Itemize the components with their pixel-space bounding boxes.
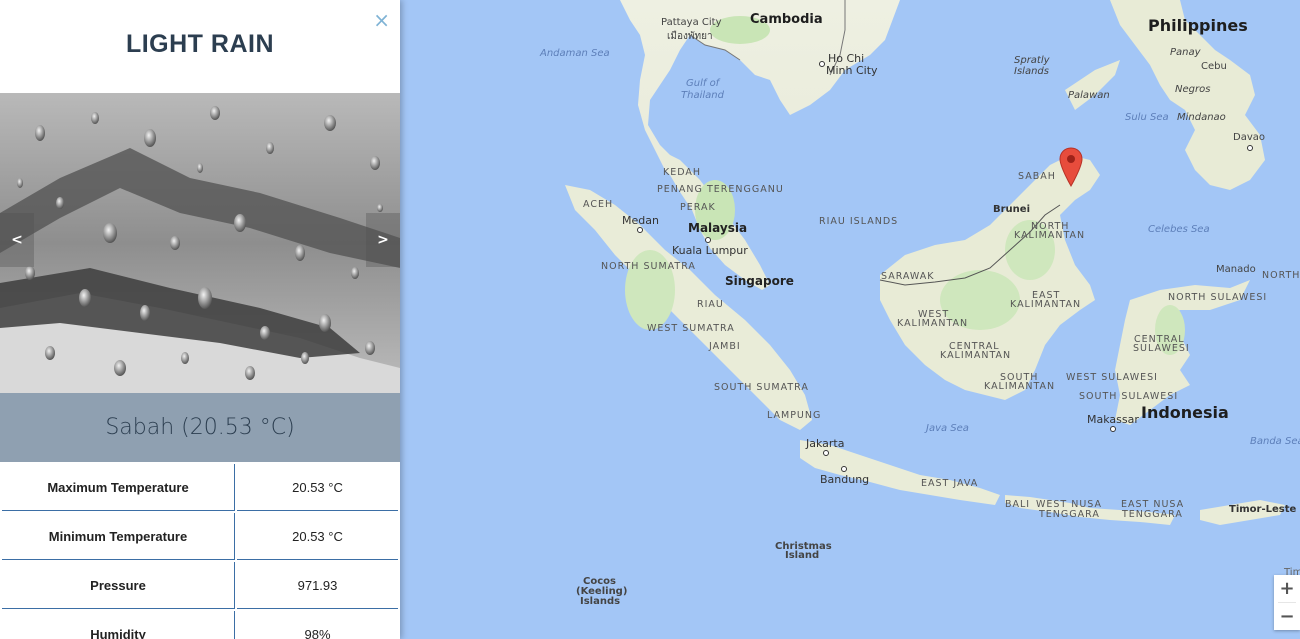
carousel-prev-button[interactable]: <: [0, 213, 34, 267]
table-row: Minimum Temperature 20.53 °C: [2, 513, 398, 560]
carousel-next-button[interactable]: >: [366, 213, 400, 267]
map-label-kuala-lumpur: Kuala Lumpur: [672, 244, 748, 257]
map-label-negros: Negros: [1175, 84, 1211, 95]
map-label-jambi: JAMBI: [709, 341, 741, 352]
map-label-south-kalimantan-2: KALIMANTAN: [984, 381, 1056, 392]
map-label-aceh: ACEH: [583, 199, 614, 210]
zoom-controls: + −: [1274, 575, 1300, 630]
table-row: Maximum Temperature 20.53 °C: [2, 464, 398, 511]
map-label-spratly-1: Spratly: [1014, 55, 1050, 66]
map-label-philippines: Philippines: [1148, 16, 1248, 35]
map-label-mindanao: Mindanao: [1177, 112, 1226, 123]
map-label-singapore: Singapore: [725, 274, 794, 288]
map-label-central-kalimantan-2: KALIMANTAN: [940, 350, 1012, 361]
city-dot: [637, 227, 643, 233]
location-bar: Sabah (20.53 °C): [0, 393, 400, 462]
map-label-central-sulawesi-2: SULAWESI: [1133, 343, 1190, 354]
map-label-sarawak: SARAWAK: [881, 271, 935, 282]
map-label-south-sumatra: SOUTH SUMATRA: [714, 382, 809, 393]
stat-label: Maximum Temperature: [2, 464, 235, 511]
city-dot: [1247, 145, 1253, 151]
map-label-panay: Panay: [1170, 47, 1201, 58]
map-label-riau: RIAU: [697, 299, 724, 310]
stat-label: Humidity: [2, 611, 235, 639]
table-row: Humidity 98%: [2, 611, 398, 639]
map-label-sabah: SABAH: [1018, 171, 1056, 182]
map-label-north-kalimantan-2: KALIMANTAN: [1014, 230, 1086, 241]
map-label-timor-leste: Timor-Leste: [1229, 504, 1297, 515]
map-label-gulf-2: Thailand: [681, 90, 724, 101]
location-temperature: Sabah (20.53 °C): [105, 415, 295, 440]
map-label-malaysia: Malaysia: [688, 221, 748, 235]
city-dot: [819, 61, 825, 67]
weather-title: LIGHT RAIN: [125, 30, 275, 58]
map-label-south-sulawesi: SOUTH SULAWESI: [1079, 391, 1179, 402]
close-icon[interactable]: ×: [373, 10, 390, 30]
map-label-banda-sea: Banda Sea: [1250, 436, 1300, 447]
map-label-jakarta: Jakarta: [806, 437, 845, 450]
weather-image-carousel: < >: [0, 93, 400, 393]
stat-value: 971.93: [237, 562, 398, 609]
city-dot: [705, 237, 711, 243]
map-label-north-sumatra: NORTH SUMATRA: [601, 261, 696, 272]
map-label-indonesia: Indonesia: [1141, 403, 1229, 422]
map-label-cebu: Cebu: [1201, 61, 1227, 72]
map-label-pattaya-thai: เมืองพัทยา: [667, 31, 713, 42]
stat-value: 20.53 °C: [237, 464, 398, 511]
zoom-in-button[interactable]: +: [1274, 575, 1300, 602]
stat-label: Pressure: [2, 562, 235, 609]
rain-window-image: [0, 93, 400, 393]
map-label-davao: Davao: [1233, 132, 1265, 143]
map-label-west-kalimantan-2: KALIMANTAN: [897, 318, 969, 329]
map-label-west-nusa-2: TENGGARA: [1039, 509, 1100, 520]
table-row: Pressure 971.93: [2, 562, 398, 609]
map-label-gulf-1: Gulf of: [686, 78, 720, 89]
map-label-west-sulawesi: WEST SULAWESI: [1066, 372, 1158, 383]
map-label-east-nusa-2: TENGGARA: [1122, 509, 1183, 520]
city-dot: [841, 466, 847, 472]
map-label-sulu-sea: Sulu Sea: [1125, 112, 1169, 123]
map-label-west-sumatra: WEST SUMATRA: [647, 323, 735, 334]
map-label-north: NORTH: [1262, 270, 1300, 281]
map-label-medan: Medan: [622, 214, 659, 227]
map-label-celebes-sea: Celebes Sea: [1148, 224, 1210, 235]
map-label-lampung: LAMPUNG: [767, 410, 822, 421]
map-label-spratly-2: Islands: [1014, 66, 1049, 77]
weather-stats-table: Maximum Temperature 20.53 °C Minimum Tem…: [0, 462, 400, 639]
map-label-bandung: Bandung: [820, 473, 870, 486]
map-label-north-sulawesi: NORTH SULAWESI: [1168, 292, 1268, 303]
zoom-out-button[interactable]: −: [1274, 603, 1300, 630]
stat-value: 98%: [237, 611, 398, 639]
map-label-cambodia: Cambodia: [750, 12, 823, 27]
map-label-palawan: Palawan: [1068, 90, 1110, 101]
map-label-riau-islands: RIAU ISLANDS: [819, 216, 899, 227]
map-label-east-java: EAST JAVA: [921, 478, 979, 489]
map-label-java-sea: Java Sea: [926, 423, 969, 434]
map-label-ho-chi-minh-2: Minh City: [826, 64, 878, 77]
map-label-pattaya: Pattaya City: [661, 17, 722, 28]
stat-label: Minimum Temperature: [2, 513, 235, 560]
city-dot: [823, 450, 829, 456]
map-label-kedah: KEDAH: [663, 167, 702, 178]
map-label-manado: Manado: [1216, 264, 1256, 275]
map-label-penang: PENANG: [657, 184, 703, 195]
city-dot: [1110, 426, 1116, 432]
map-label-terengganu: TERENGGANU: [707, 184, 784, 195]
stat-value: 20.53 °C: [237, 513, 398, 560]
map-label-christmas-2: Island: [785, 550, 820, 561]
map-label-brunei: Brunei: [993, 204, 1031, 215]
map-label-east-kalimantan-2: KALIMANTAN: [1010, 299, 1082, 310]
map-label-cocos-3: Islands: [580, 596, 621, 607]
location-marker-icon[interactable]: [1059, 147, 1083, 187]
map-label-perak: PERAK: [680, 202, 716, 213]
map-label-makassar: Makassar: [1087, 413, 1139, 426]
weather-panel: × LIGHT RAIN < > Sabah (20.53 °C) Maximu…: [0, 0, 400, 639]
map-label-andaman-sea: Andaman Sea: [540, 48, 610, 59]
map-label-bali: BALI: [1005, 499, 1031, 510]
